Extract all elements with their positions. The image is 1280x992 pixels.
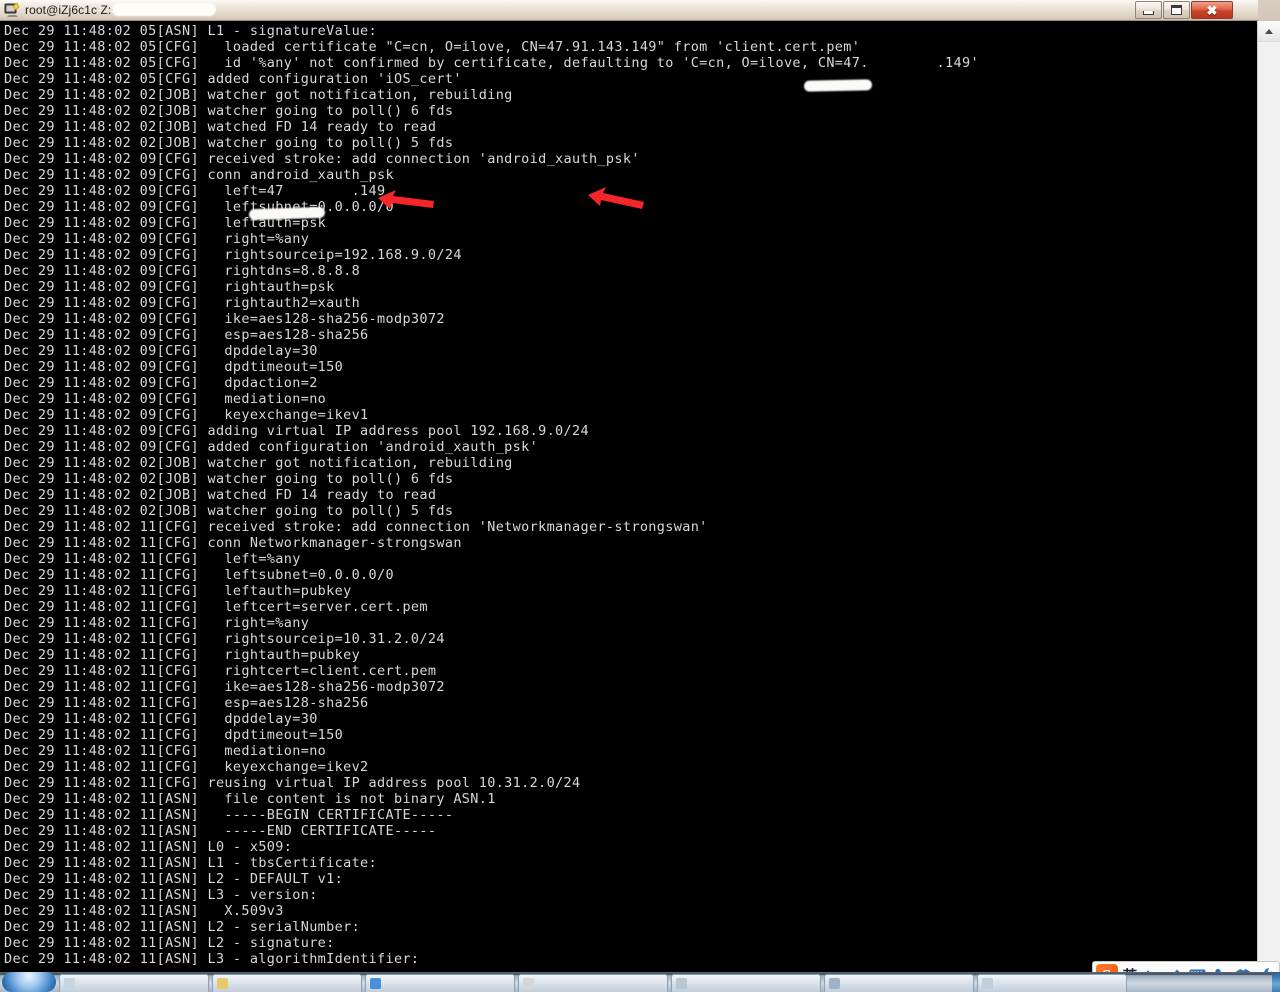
scrollbar-up-button[interactable] <box>1258 21 1280 42</box>
terminal-line: Dec 29 11:48:02 09[CFG] received stroke:… <box>4 151 640 167</box>
taskbar-item-icon <box>676 978 687 989</box>
window-controls: ✖ <box>1135 1 1233 19</box>
terminal-line: Dec 29 11:48:02 09[CFG] keyexchange=ikev… <box>4 407 369 423</box>
terminal-line: Dec 29 11:48:02 05[ASN] L1 - signatureVa… <box>4 23 378 39</box>
terminal-line: Dec 29 11:48:02 11[ASN] L2 - DEFAULT v1: <box>4 871 344 887</box>
window-title-bar[interactable]: root@iZj6c1c Z:~ ✖ <box>0 0 1258 21</box>
taskbar-item-icon <box>829 978 840 989</box>
terminal-line: Dec 29 11:48:02 11[ASN] L3 - version: <box>4 887 318 903</box>
taskbar-item-icon <box>982 978 993 989</box>
terminal-line: Dec 29 11:48:02 11[CFG] leftsubnet=0.0.0… <box>4 567 394 583</box>
terminal-line: Dec 29 11:48:02 09[CFG] leftauth=psk <box>4 215 327 231</box>
terminal-line: Dec 29 11:48:02 09[CFG] rightsourceip=19… <box>4 247 462 263</box>
terminal-line: Dec 29 11:48:02 11[CFG] dpddelay=30 <box>4 711 318 727</box>
terminal-line: Dec 29 11:48:02 11[CFG] mediation=no <box>4 743 327 759</box>
terminal-line: Dec 29 11:48:02 11[CFG] leftcert=server.… <box>4 599 428 615</box>
terminal-line: Dec 29 11:48:02 11[ASN] -----BEGIN CERTI… <box>4 807 454 823</box>
terminal-line: Dec 29 11:48:02 09[CFG] dpdaction=2 <box>4 375 318 391</box>
terminal-line: Dec 29 11:48:02 05[CFG] loaded certifica… <box>4 39 861 55</box>
terminal-line: Dec 29 11:48:02 11[ASN] L2 - serialNumbe… <box>4 919 361 935</box>
terminal-log-lines: Dec 29 11:48:02 05[ASN] L1 - signatureVa… <box>4 23 979 967</box>
terminal-line: Dec 29 11:48:02 09[CFG] right=%any <box>4 231 310 247</box>
terminal-line: Dec 29 11:48:02 11[ASN] L3 - algorithmId… <box>4 951 420 967</box>
terminal-line: Dec 29 11:48:02 09[CFG] left=47 .149 <box>4 183 386 199</box>
terminal-line: Dec 29 11:48:02 09[CFG] esp=aes128-sha25… <box>4 327 369 343</box>
taskbar-item-3[interactable] <box>365 974 515 992</box>
terminal-line: Dec 29 11:48:02 09[CFG] adding virtual I… <box>4 423 589 439</box>
terminal-line: Dec 29 11:48:02 09[CFG] added configurat… <box>4 439 539 455</box>
terminal-line: Dec 29 11:48:02 11[CFG] esp=aes128-sha25… <box>4 695 369 711</box>
terminal-line: Dec 29 11:48:02 09[CFG] rightdns=8.8.8.8 <box>4 263 361 279</box>
windows-taskbar[interactable] <box>0 972 1280 992</box>
taskbar-item-5[interactable] <box>671 974 821 992</box>
taskbar-item-icon <box>370 978 381 989</box>
terminal-line: Dec 29 11:48:02 02[JOB] watched FD 14 re… <box>4 487 437 503</box>
system-tray[interactable] <box>1272 972 1280 992</box>
taskbar-item-6[interactable] <box>824 974 974 992</box>
terminal-line: Dec 29 11:48:02 09[CFG] conn android_xau… <box>4 167 394 183</box>
terminal-line: Dec 29 11:48:02 11[CFG] conn Networkmana… <box>4 535 462 551</box>
terminal-line: Dec 29 11:48:02 11[CFG] reusing virtual … <box>4 775 581 791</box>
terminal-line: Dec 29 11:48:02 11[CFG] left=%any <box>4 551 301 567</box>
terminal-output-area[interactable]: Dec 29 11:48:02 05[ASN] L1 - signatureVa… <box>0 21 1258 972</box>
terminal-line: Dec 29 11:48:02 02[JOB] watcher going to… <box>4 103 454 119</box>
chevron-up-icon <box>1265 28 1273 34</box>
minimize-button[interactable] <box>1135 1 1162 19</box>
terminal-line: Dec 29 11:48:02 09[CFG] rightauth2=xauth <box>4 295 361 311</box>
terminal-window: root@iZj6c1c Z:~ ✖ Dec 29 11:48:02 05[AS… <box>0 0 1280 972</box>
taskbar-item-icon <box>217 978 228 989</box>
terminal-line: Dec 29 11:48:02 11[CFG] rightsourceip=10… <box>4 631 445 647</box>
redaction-cn-ip <box>803 79 873 92</box>
terminal-line: Dec 29 11:48:02 11[CFG] rightauth=pubkey <box>4 647 361 663</box>
terminal-line: Dec 29 11:48:02 09[CFG] dpdtimeout=150 <box>4 359 344 375</box>
minimize-icon <box>1143 10 1154 15</box>
terminal-line: Dec 29 11:48:02 09[CFG] rightauth=psk <box>4 279 335 295</box>
maximize-button[interactable] <box>1163 1 1190 19</box>
terminal-line: Dec 29 11:48:02 11[CFG] rightcert=client… <box>4 663 437 679</box>
terminal-line: Dec 29 11:48:02 11[CFG] ike=aes128-sha25… <box>4 679 445 695</box>
putty-icon <box>4 2 20 18</box>
terminal-line: Dec 29 11:48:02 11[ASN] X.509v3 <box>4 903 284 919</box>
terminal-line: Dec 29 11:48:02 11[CFG] dpdtimeout=150 <box>4 727 344 743</box>
terminal-line: Dec 29 11:48:02 02[JOB] watched FD 14 re… <box>4 119 437 135</box>
terminal-line: Dec 29 11:48:02 02[JOB] watcher got noti… <box>4 455 513 471</box>
terminal-line: Dec 29 11:48:02 11[ASN] -----END CERTIFI… <box>4 823 437 839</box>
taskbar-item-2[interactable] <box>212 974 362 992</box>
taskbar-items <box>56 974 1127 992</box>
taskbar-item-7[interactable] <box>977 974 1127 992</box>
terminal-line: Dec 29 11:48:02 09[CFG] dpddelay=30 <box>4 343 318 359</box>
terminal-line: Dec 29 11:48:02 09[CFG] ike=aes128-sha25… <box>4 311 445 327</box>
terminal-line: Dec 29 11:48:02 11[ASN] L0 - x509: <box>4 839 293 855</box>
taskbar-item-icon <box>523 978 534 989</box>
close-icon: ✖ <box>1206 2 1218 18</box>
taskbar-item-icon <box>64 978 75 989</box>
window-title-text: root@iZj6c1c Z:~ <box>25 3 119 17</box>
terminal-line: Dec 29 11:48:02 02[JOB] watcher going to… <box>4 471 454 487</box>
close-button[interactable]: ✖ <box>1191 1 1233 19</box>
terminal-line: Dec 29 11:48:02 11[ASN] file content is … <box>4 791 496 807</box>
terminal-line: Dec 29 11:48:02 11[CFG] leftauth=pubkey <box>4 583 352 599</box>
terminal-line: Dec 29 11:48:02 02[JOB] watcher going to… <box>4 135 454 151</box>
terminal-line: Dec 29 11:48:02 09[CFG] mediation=no <box>4 391 327 407</box>
terminal-line: Dec 29 11:48:02 11[ASN] L1 - tbsCertific… <box>4 855 378 871</box>
taskbar-item-1[interactable] <box>59 974 209 992</box>
start-button[interactable] <box>2 972 56 992</box>
terminal-scrollbar[interactable] <box>1257 21 1280 972</box>
redaction-title-host <box>112 3 216 16</box>
terminal-line: Dec 29 11:48:02 11[ASN] L2 - signature: <box>4 935 335 951</box>
maximize-icon <box>1171 5 1182 15</box>
terminal-line: Dec 29 11:48:02 02[JOB] watcher going to… <box>4 503 454 519</box>
terminal-line: Dec 29 11:48:02 09[CFG] leftsubnet=0.0.0… <box>4 199 394 215</box>
taskbar-item-4[interactable] <box>518 974 668 992</box>
terminal-line: Dec 29 11:48:02 11[CFG] keyexchange=ikev… <box>4 759 369 775</box>
terminal-line: Dec 29 11:48:02 05[CFG] id '%any' not co… <box>4 55 979 71</box>
terminal-line: Dec 29 11:48:02 11[CFG] received stroke:… <box>4 519 708 535</box>
terminal-line: Dec 29 11:48:02 11[CFG] right=%any <box>4 615 310 631</box>
